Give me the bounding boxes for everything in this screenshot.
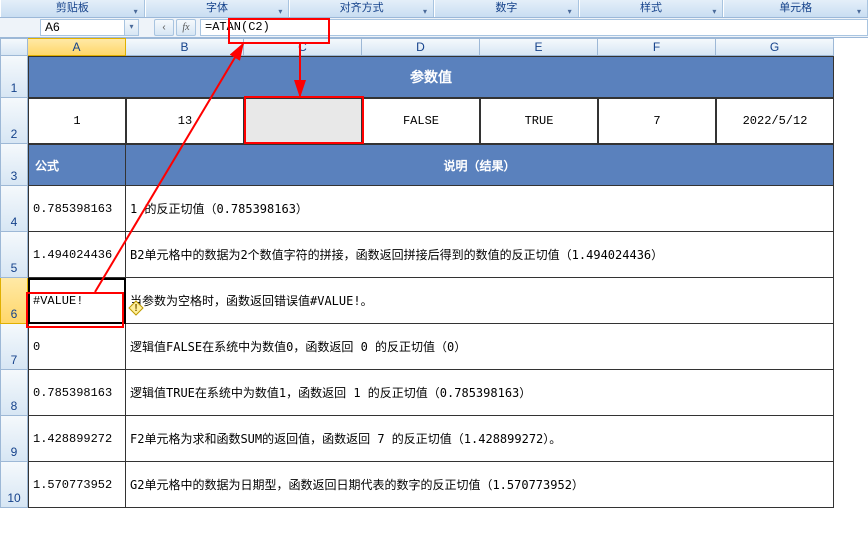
cell-B9-merged[interactable]: F2单元格为求和函数SUM的返回值，函数返回 7 的反正切值（1.4288992…: [126, 416, 834, 462]
cell-B7-merged[interactable]: 逻辑值FALSE在系统中为数值0，函数返回 0 的反正切值（0）: [126, 324, 834, 370]
ribbon-tab-label: 样式: [640, 2, 662, 14]
row-8: 8 0.785398163 逻辑值TRUE在系统中为数值1，函数返回 1 的反正…: [0, 370, 868, 416]
row-header-5[interactable]: 5: [0, 232, 28, 278]
cell-A4[interactable]: 0.785398163: [28, 186, 126, 232]
dropdown-icon: ▾: [134, 4, 138, 20]
col-header-E[interactable]: E: [480, 38, 598, 56]
cell-B4-merged[interactable]: 1 的反正切值（0.785398163）: [126, 186, 834, 232]
cell-B8-merged[interactable]: 逻辑值TRUE在系统中为数值1，函数返回 1 的反正切值（0.785398163…: [126, 370, 834, 416]
row-header-2[interactable]: 2: [0, 98, 28, 144]
row-header-4[interactable]: 4: [0, 186, 28, 232]
col-header-G[interactable]: G: [716, 38, 834, 56]
cell-B3-merged[interactable]: 说明（结果）: [126, 144, 834, 186]
row-header-9[interactable]: 9: [0, 416, 28, 462]
col-header-C[interactable]: C: [244, 38, 362, 56]
svg-text:!: !: [134, 303, 137, 314]
dropdown-icon: ▾: [857, 4, 861, 20]
dropdown-icon: ▾: [712, 4, 716, 20]
cell-D2[interactable]: FALSE: [362, 98, 480, 144]
cell-A10[interactable]: 1.570773952: [28, 462, 126, 508]
dropdown-icon: ▾: [423, 4, 427, 20]
ribbon-tab-alignment[interactable]: 对齐方式 ▾: [289, 0, 434, 17]
cell-B5-merged[interactable]: B2单元格中的数据为2个数值字符的拼接，函数返回拼接后得到的数值的反正切值（1.…: [126, 232, 834, 278]
col-header-D[interactable]: D: [362, 38, 480, 56]
cell-F2[interactable]: 7: [598, 98, 716, 144]
select-all-corner[interactable]: [0, 38, 28, 56]
dropdown-icon: ▾: [568, 4, 572, 20]
row-5: 5 1.494024436 B2单元格中的数据为2个数值字符的拼接，函数返回拼接…: [0, 232, 868, 278]
ribbon-tab-cells[interactable]: 单元格 ▾: [723, 0, 868, 17]
ribbon-tab-label: 对齐方式: [340, 2, 384, 14]
ribbon-tab-label: 单元格: [779, 2, 812, 14]
ribbon-tab-styles[interactable]: 样式 ▾: [579, 0, 724, 17]
name-box[interactable]: A6: [40, 19, 125, 36]
col-header-A[interactable]: A: [28, 38, 126, 56]
cell-A6[interactable]: #VALUE!: [28, 278, 126, 324]
ribbon-tab-label: 剪贴板: [56, 2, 89, 14]
cell-A5[interactable]: 1.494024436: [28, 232, 126, 278]
cell-B2[interactable]: 13: [126, 98, 244, 144]
cell-B10-merged[interactable]: G2单元格中的数据为日期型，函数返回日期代表的数字的反正切值（1.5707739…: [126, 462, 834, 508]
row-10: 10 1.570773952 G2单元格中的数据为日期型，函数返回日期代表的数字…: [0, 462, 868, 508]
col-header-F[interactable]: F: [598, 38, 716, 56]
ribbon-tab-label: 数字: [495, 2, 517, 14]
cell-G2[interactable]: 2022/5/12: [716, 98, 834, 144]
cell-A7[interactable]: 0: [28, 324, 126, 370]
formula-bar: A6 ▾ ‹ fx =ATAN(C2): [0, 18, 868, 38]
row-header-6[interactable]: 6: [0, 278, 28, 324]
formula-expand-button[interactable]: ‹: [154, 19, 174, 36]
cell-A2[interactable]: 1: [28, 98, 126, 144]
name-box-dropdown[interactable]: ▾: [125, 19, 139, 36]
row-header-1[interactable]: 1: [0, 56, 28, 98]
row-header-10[interactable]: 10: [0, 462, 28, 508]
error-warning-icon[interactable]: !: [128, 300, 144, 316]
row-1: 1 参数值: [0, 56, 868, 98]
cell-E2[interactable]: TRUE: [480, 98, 598, 144]
fx-icon[interactable]: fx: [176, 19, 196, 36]
ribbon-tab-label: 字体: [206, 2, 228, 14]
row-3: 3 公式 说明（结果）: [0, 144, 868, 186]
ribbon-tab-clipboard[interactable]: 剪贴板 ▾: [0, 0, 145, 17]
cell-B6-merged[interactable]: 当参数为空格时，函数返回错误值#VALUE!。: [126, 278, 834, 324]
row-4: 4 0.785398163 1 的反正切值（0.785398163）: [0, 186, 868, 232]
cell-A3[interactable]: 公式: [28, 144, 126, 186]
formula-input[interactable]: =ATAN(C2): [200, 19, 868, 36]
col-header-B[interactable]: B: [126, 38, 244, 56]
row-9: 9 1.428899272 F2单元格为求和函数SUM的返回值，函数返回 7 的…: [0, 416, 868, 462]
column-headers: A B C D E F G: [0, 38, 868, 56]
row-header-3[interactable]: 3: [0, 144, 28, 186]
dropdown-icon: ▾: [278, 4, 282, 20]
ribbon-tab-font[interactable]: 字体 ▾: [145, 0, 290, 17]
spreadsheet-grid: A B C D E F G 1 参数值 2 1 13 FALSE TRUE 7 …: [0, 38, 868, 508]
row-2: 2 1 13 FALSE TRUE 7 2022/5/12: [0, 98, 868, 144]
row-header-7[interactable]: 7: [0, 324, 28, 370]
ribbon: 剪贴板 ▾ 字体 ▾ 对齐方式 ▾ 数字 ▾ 样式 ▾ 单元格 ▾: [0, 0, 868, 18]
cell-A8[interactable]: 0.785398163: [28, 370, 126, 416]
cell-title[interactable]: 参数值: [28, 56, 834, 98]
row-7: 7 0 逻辑值FALSE在系统中为数值0，函数返回 0 的反正切值（0）: [0, 324, 868, 370]
ribbon-tab-number[interactable]: 数字 ▾: [434, 0, 579, 17]
row-header-8[interactable]: 8: [0, 370, 28, 416]
cell-A9[interactable]: 1.428899272: [28, 416, 126, 462]
cell-C2[interactable]: [244, 98, 362, 144]
